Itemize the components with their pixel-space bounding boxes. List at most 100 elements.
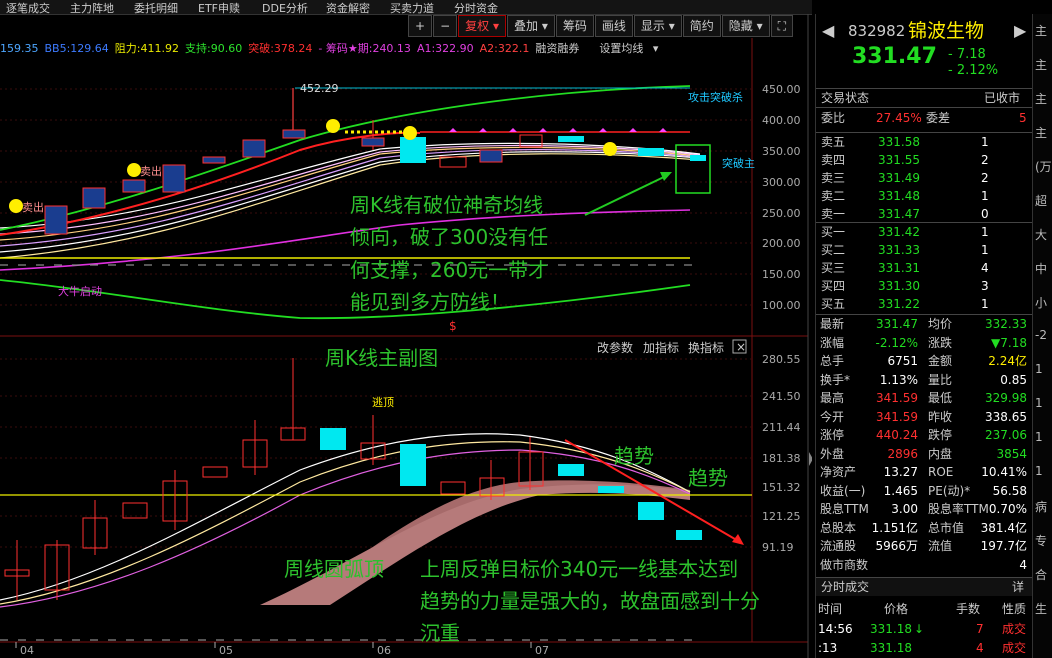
price-tick: 450.00 xyxy=(762,83,801,96)
col-price: 价格 xyxy=(884,602,909,616)
side-panel-fragment: 小 xyxy=(1035,296,1048,310)
stat-value: 329.98 xyxy=(985,391,1027,405)
price-tick: 200.00 xyxy=(762,237,801,250)
col-type: 性质 xyxy=(1002,602,1027,616)
gaicanshu-link[interactable]: 改参数 xyxy=(597,340,633,355)
ask-price[interactable]: 331.47 xyxy=(878,205,920,223)
menu-item-zhuli[interactable]: 主力阵地 xyxy=(64,0,128,14)
bid-price[interactable]: 331.30 xyxy=(878,277,920,295)
stat-label: 总手 xyxy=(820,354,845,368)
bid-price[interactable]: 331.33 xyxy=(878,241,920,259)
stat-value: 0.70% xyxy=(988,502,1027,516)
close-icon[interactable]: × xyxy=(736,340,746,354)
side-panel-fragment: -2 xyxy=(1035,328,1047,342)
top-menu-bar: 逐笔成交 主力阵地 委托明细 ETF申赎 DDE分析 资金解密 买卖力道 分时资金 xyxy=(0,0,812,15)
bid-price[interactable]: 331.31 xyxy=(878,259,920,277)
stat-row: 外盘 2896 内盘 3854 xyxy=(816,445,1032,463)
menu-item-maimai[interactable]: 买卖力道 xyxy=(384,0,448,14)
sub-price-tick: 211.44 xyxy=(762,421,801,434)
bid-price[interactable]: 331.22 xyxy=(878,295,920,313)
menu-item-dde[interactable]: DDE分析 xyxy=(256,0,320,14)
trade-type: 成交 xyxy=(1002,641,1027,655)
ask-price[interactable]: 331.49 xyxy=(878,169,920,187)
stat-label: 最高 xyxy=(820,391,845,405)
trade-row: 14:56 331.18 ↓ 7 成交 xyxy=(816,620,1032,638)
bid-volume: 1 xyxy=(981,297,989,311)
jiazhibiao-link[interactable]: 加指标 xyxy=(643,340,679,355)
stat-label: 净资产 xyxy=(820,465,857,479)
bid-label: 买三 xyxy=(821,261,846,275)
stock-name: 锦波生物 xyxy=(908,20,985,42)
stat-value: 10.41% xyxy=(981,465,1027,479)
price-tick: 350.00 xyxy=(762,145,801,158)
side-panel-edge: 主主主主 (万超大中小 -2 1 1 1 1 病专合生 xyxy=(1032,14,1052,658)
ask-book: 卖五 331.58 1 卖四 331.55 2 卖三 331.49 2 卖二 331.48 1 卖一 33… xyxy=(816,132,1032,221)
stat-value: 2.24亿 xyxy=(988,354,1027,368)
menu-item-zijin[interactable]: 资金解密 xyxy=(320,0,384,14)
bid-volume: 1 xyxy=(981,243,989,257)
ask-price[interactable]: 331.58 xyxy=(878,133,920,151)
price-pct: - 2.12% xyxy=(948,63,999,78)
stat-label: 流值 xyxy=(928,539,953,553)
stat-value: 6751 xyxy=(887,354,918,368)
stat-value: 3.00 xyxy=(891,502,918,516)
stat-label: PE(动)* xyxy=(928,483,971,498)
bid-row: 买三 331.31 4 xyxy=(816,259,1032,277)
fenshi-title: 分时成交 xyxy=(821,580,870,594)
sub-price-tick: 241.50 xyxy=(762,390,801,403)
stat-value: 1.151亿 xyxy=(871,520,918,535)
menu-item-zhubi[interactable]: 逐笔成交 xyxy=(0,0,64,14)
stat-row: 涨幅 -2.12% 涨跌 ▼7.18 xyxy=(816,334,1032,352)
stat-value: -2.12% xyxy=(875,335,918,350)
ask-price[interactable]: 331.55 xyxy=(878,151,920,169)
high-price-label: 452.29 xyxy=(300,82,339,95)
weibi-value: 27.45% xyxy=(876,111,922,125)
fenshi-detail-button[interactable]: 详 xyxy=(1012,578,1024,596)
stat-value: 197.7亿 xyxy=(980,539,1027,553)
annotation-line: 趋势的力量是强大的，故盘面感到十分 xyxy=(420,589,760,613)
stat-value: 381.4亿 xyxy=(980,520,1027,535)
sub-price-tick: 91.19 xyxy=(762,541,794,554)
ask-row: 卖四 331.55 2 xyxy=(816,151,1032,169)
menu-item-fenshi[interactable]: 分时资金 xyxy=(448,0,512,14)
ask-label: 卖五 xyxy=(821,135,846,149)
trade-volume: 4 xyxy=(976,641,984,655)
tupo-label: 突破主 xyxy=(722,156,755,170)
stat-label: 流通股 xyxy=(820,539,857,553)
huanzhibiao-link[interactable]: 换指标 xyxy=(688,340,724,355)
annotation-line: 周K线有破位神奇均线 xyxy=(350,193,544,217)
stat-label: 涨幅 xyxy=(820,335,845,350)
bid-price[interactable]: 331.42 xyxy=(878,223,920,241)
side-panel-fragment: 生 xyxy=(1035,602,1048,616)
side-panel-fragment: 大 xyxy=(1035,228,1048,242)
ask-price[interactable]: 331.48 xyxy=(878,187,920,205)
side-panel-fragment: 1 xyxy=(1035,464,1043,478)
side-panel-fragment: 主 xyxy=(1035,126,1048,140)
trade-price: 331.18 xyxy=(870,622,912,636)
price-tick: 400.00 xyxy=(762,114,801,127)
sub-price-tick: 181.38 xyxy=(762,452,801,465)
side-panel-fragment: (万 xyxy=(1035,160,1052,174)
prev-stock-icon[interactable]: ◀ xyxy=(822,18,834,44)
sub-price-tick: 151.32 xyxy=(762,481,801,494)
annotation-line: 能见到多方防线！ xyxy=(350,290,510,314)
menu-item-weituo[interactable]: 委托明细 xyxy=(128,0,192,14)
stat-label: 今开 xyxy=(820,409,845,424)
x-tick: 07 xyxy=(535,644,549,657)
stat-value: 331.47 xyxy=(876,317,918,331)
stat-value: 341.59 xyxy=(876,409,918,424)
weicha-label: 委差 xyxy=(926,111,951,125)
bid-label: 买五 xyxy=(821,297,846,311)
menu-item-etf[interactable]: ETF申赎 xyxy=(192,0,256,14)
dollar-icon: $ xyxy=(449,319,457,333)
current-price: 331.47 xyxy=(852,44,937,69)
side-panel-fragment: 中 xyxy=(1035,262,1048,276)
bid-row: 买四 331.30 3 xyxy=(816,277,1032,295)
stat-row: 涨停 440.24 跌停 237.06 xyxy=(816,426,1032,444)
stat-row: 总股本 1.151亿 总市值 381.4亿 xyxy=(816,519,1032,537)
sub-price-tick: 280.55 xyxy=(762,353,801,366)
annotation-line: 沉重 xyxy=(420,621,460,645)
stats-table: 最新 331.47 均价 332.33 涨幅 -2.12% 涨跌 ▼7.18 总手 6751 金额 2… xyxy=(816,314,1032,572)
next-stock-icon[interactable]: ▶ xyxy=(1014,18,1026,44)
stat-label: ROE xyxy=(928,465,954,479)
